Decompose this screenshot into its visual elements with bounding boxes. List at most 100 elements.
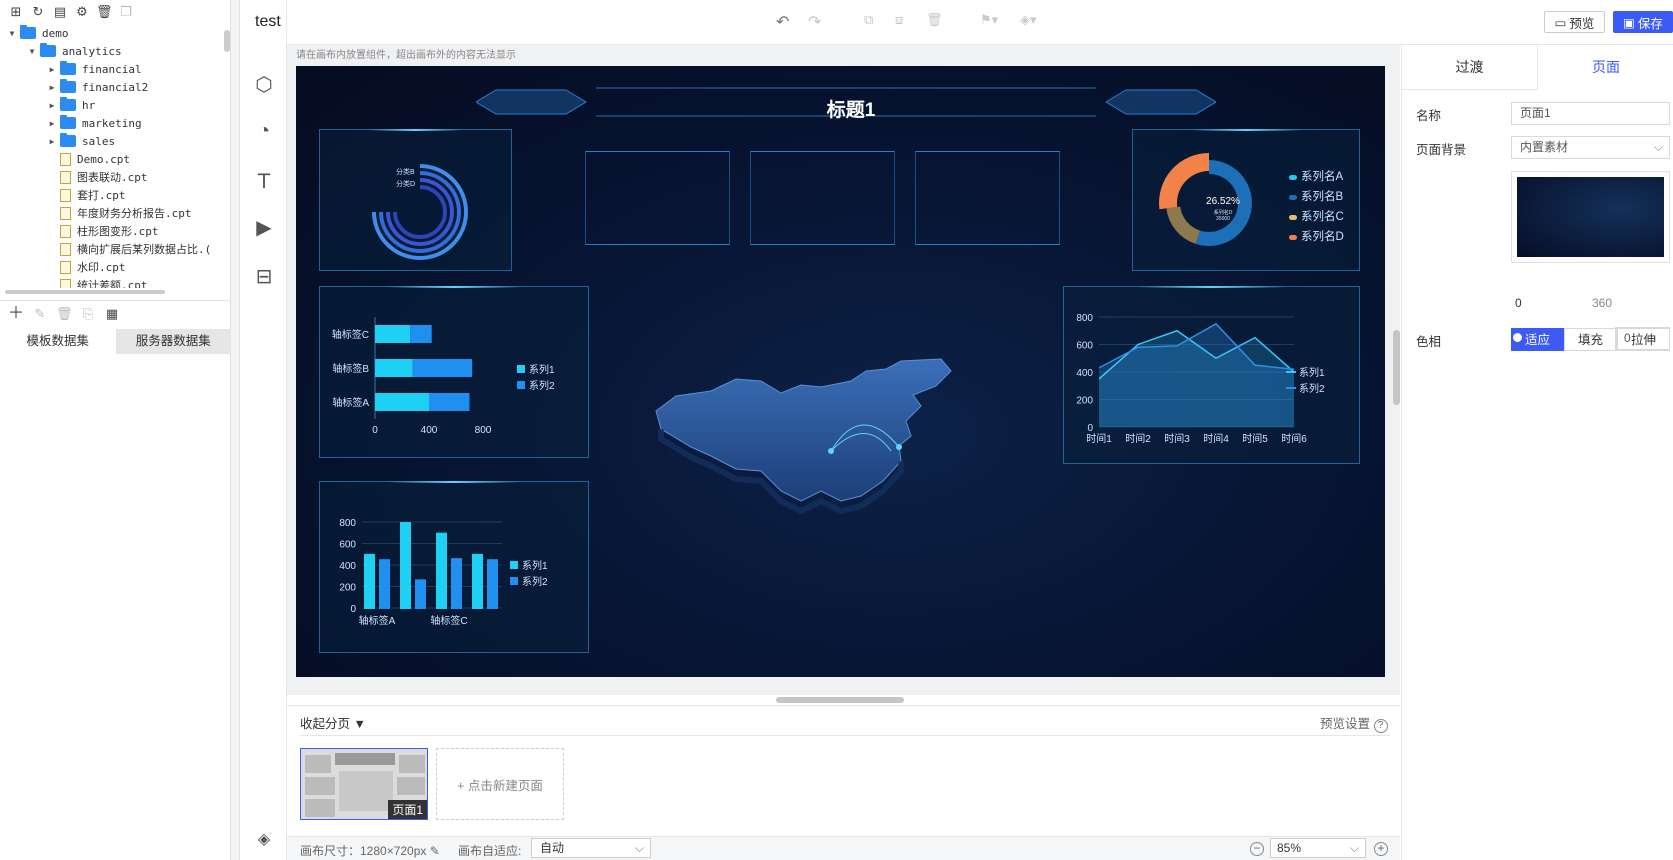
trash-icon[interactable]: 🗑: [926, 12, 943, 28]
layer-order-icon[interactable]: ◈▾: [1020, 12, 1037, 28]
tab-transition[interactable]: 过渡: [1402, 45, 1538, 90]
preview-button[interactable]: ▭ 预览: [1544, 11, 1605, 33]
background-label: 页面背景: [1416, 143, 1467, 157]
caret-right-icon[interactable]: ▶: [46, 65, 58, 74]
x-tick-label: 时间3: [1164, 432, 1190, 445]
add-dataset-icon[interactable]: ＋: [8, 305, 24, 322]
tree-item[interactable]: 图表联动.cpt: [0, 168, 222, 186]
paste-icon[interactable]: ⧈: [895, 12, 903, 28]
y-tick-label: 400: [1076, 368, 1093, 379]
inbox-icon[interactable]: ⊟: [250, 262, 278, 290]
caret-right-icon[interactable]: ▶: [46, 119, 58, 128]
tree-item-label: Demo.cpt: [77, 152, 130, 166]
x-tick-label: 轴标签C: [430, 614, 467, 627]
tree-item[interactable]: ▼ demo: [0, 24, 222, 42]
copy-icon[interactable]: ❐: [118, 4, 134, 20]
server-dataset-icon[interactable]: ▦: [104, 306, 120, 322]
tree-item[interactable]: Demo.cpt: [0, 150, 222, 168]
settings-icon[interactable]: ⚙: [74, 4, 90, 20]
background-select[interactable]: 内置素材 ⌵: [1511, 136, 1670, 159]
caret-down-icon[interactable]: ▼: [6, 29, 18, 38]
tree-item[interactable]: 年度财务分析报告.cpt: [0, 204, 222, 222]
align-icon[interactable]: ⚑▾: [980, 12, 998, 28]
edit-icon[interactable]: ✎: [32, 306, 48, 322]
tree-item[interactable]: 统计差额.cpt: [0, 276, 222, 288]
tree-item[interactable]: ▶ hr: [0, 96, 222, 114]
tree-item[interactable]: 横向扩展后某列数据占比.(: [0, 240, 222, 258]
legend-swatch: [1289, 175, 1297, 180]
kpi-frame-1[interactable]: [585, 151, 730, 245]
caret-down-icon[interactable]: ▼: [26, 47, 38, 56]
tab-page[interactable]: 页面: [1538, 45, 1673, 90]
page-thumbnail[interactable]: 页面1: [300, 748, 428, 820]
delete-icon[interactable]: 🗑: [96, 4, 113, 20]
canvas-hscrollbar[interactable]: [776, 697, 904, 703]
kpi-frame-3[interactable]: [915, 151, 1060, 245]
collapse-pages-toggle[interactable]: 收起分页 ▼: [300, 713, 366, 732]
china-map[interactable]: [651, 351, 991, 556]
tree-hscrollbar[interactable]: [5, 290, 165, 294]
tree-item[interactable]: 柱形图变形.cpt: [0, 222, 222, 240]
copy-component-icon[interactable]: ⧉: [864, 12, 873, 28]
dashboard-canvas[interactable]: 标题1 分类B 分类D 26.52% 系列名D 35000 系列名A 系列名B 系列…: [296, 66, 1385, 677]
tree-item[interactable]: 套打.cpt: [0, 186, 222, 204]
zoom-in-icon[interactable]: +: [1374, 842, 1388, 856]
vbar-chart-panel[interactable]: 800 600 400 200 0 轴标签A 轴标签C 系列1 系列2: [319, 481, 589, 653]
new-file-icon[interactable]: ⊞: [8, 4, 24, 20]
text-icon[interactable]: Ｔ: [250, 165, 278, 193]
background-preview[interactable]: [1511, 171, 1670, 263]
tree-scrollbar[interactable]: [224, 30, 230, 52]
tree-item-label: marketing: [82, 116, 142, 130]
bar-series1: [472, 553, 483, 609]
canvas-size-label: 画布尺寸：1280×720px ✎: [300, 844, 440, 858]
hbar-chart-panel[interactable]: 轴标签C 轴标签B 轴标签A 0 400 800 系列1 系列2: [319, 286, 589, 458]
tree-item-label: 横向扩展后某列数据占比.(: [77, 243, 212, 256]
folder-icon: [60, 133, 76, 147]
ring-chart-panel[interactable]: 分类B 分类D: [319, 129, 512, 271]
tree-item[interactable]: 水印.cpt: [0, 258, 222, 276]
page-name-input[interactable]: 页面1: [1511, 102, 1670, 125]
tree-item-label: sales: [82, 134, 116, 148]
legend-swatch: [517, 381, 525, 389]
caret-right-icon[interactable]: ▶: [46, 137, 58, 146]
donut-chart-panel[interactable]: 26.52% 系列名D 35000 系列名A 系列名B 系列名C 系列名D: [1132, 129, 1360, 271]
tree-item[interactable]: ▼ analytics: [0, 42, 222, 60]
file-icon: [60, 188, 71, 202]
kpi-frame-2[interactable]: [750, 151, 895, 245]
hue-label: 色相: [1416, 335, 1442, 349]
media-icon[interactable]: ▶: [250, 213, 278, 241]
refresh-icon[interactable]: ↻: [30, 4, 46, 20]
preview-settings-link[interactable]: 预览设置 ?: [1320, 713, 1388, 733]
caret-right-icon[interactable]: ▶: [46, 101, 58, 110]
hue-input[interactable]: 0: [1615, 327, 1670, 350]
panel-splitter[interactable]: [231, 0, 240, 860]
tree-item[interactable]: ▶ marketing: [0, 114, 222, 132]
line-chart-panel[interactable]: 800 600 400 200 0 时间1 时间2 时间3 时间4 时间5 时间6 系列1 系列2: [1063, 286, 1360, 464]
cube-icon[interactable]: ⬡: [250, 70, 278, 98]
bar-series1: [364, 553, 375, 609]
hue-slider-handle[interactable]: [1512, 332, 1523, 343]
save-button[interactable]: ▣ 保存: [1613, 11, 1673, 33]
dashboard-title[interactable]: 标题1: [736, 95, 966, 122]
undo-icon[interactable]: ↶: [776, 12, 789, 32]
tree-item[interactable]: ▶ financial: [0, 60, 222, 78]
redo-icon[interactable]: ↷: [808, 12, 821, 32]
tree-item[interactable]: ▶ sales: [0, 132, 222, 150]
preview-dataset-icon[interactable]: ⎘: [80, 306, 96, 322]
zoom-out-icon[interactable]: −: [1250, 842, 1264, 856]
fit-option-fill[interactable]: 填充: [1564, 328, 1617, 351]
pie-chart-icon[interactable]: ◔: [250, 117, 278, 145]
x-tick-label: 时间5: [1242, 432, 1268, 445]
tree-item[interactable]: ▶ financial2: [0, 78, 222, 96]
zoom-select[interactable]: 85% ⌵: [1270, 838, 1366, 858]
tab-template-dataset[interactable]: 模板数据集: [0, 329, 116, 354]
tab-server-dataset[interactable]: 服务器数据集: [115, 329, 231, 354]
layers-icon[interactable]: ◈: [250, 825, 278, 853]
auto-fit-select[interactable]: 自动 ⌵: [531, 838, 651, 858]
template-icon[interactable]: ▤: [52, 4, 68, 20]
edit-size-icon[interactable]: ✎: [430, 844, 440, 858]
canvas-vscrollbar[interactable]: [1393, 330, 1400, 405]
delete-dataset-icon[interactable]: 🗑: [56, 306, 73, 322]
new-page-button[interactable]: + 点击新建页面: [436, 748, 564, 820]
caret-right-icon[interactable]: ▶: [46, 83, 58, 92]
